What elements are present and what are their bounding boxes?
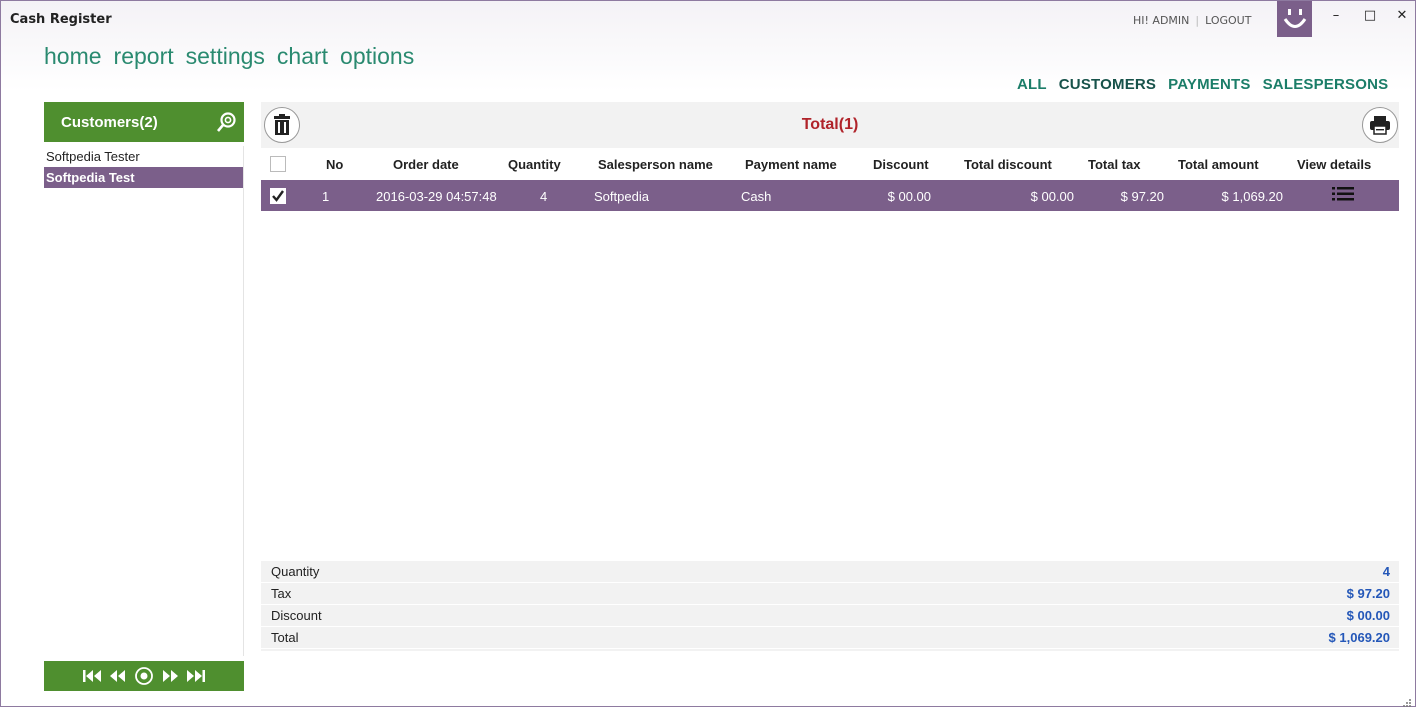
- customer-item[interactable]: Softpedia Tester: [44, 146, 243, 167]
- cell-quantity: 4: [540, 189, 548, 204]
- customer-item-selected[interactable]: Softpedia Test: [44, 167, 243, 188]
- cell-no: 1: [322, 189, 330, 204]
- cell-total-discount: $ 00.00: [1030, 189, 1074, 204]
- nav-chart[interactable]: chart: [277, 43, 328, 70]
- nav-home[interactable]: home: [44, 43, 102, 70]
- cell-order-date: 2016-03-29 04:57:48: [376, 189, 497, 204]
- column-header[interactable]: Total tax: [1088, 157, 1141, 172]
- column-header[interactable]: Payment name: [745, 157, 837, 172]
- grid-header: No Order date Quantity Salesperson name …: [261, 148, 1399, 180]
- next-page-icon[interactable]: [160, 667, 180, 685]
- summary-label: Quantity: [271, 564, 320, 579]
- cell-total-tax: $ 97.20: [1120, 189, 1164, 204]
- filter-payments[interactable]: PAYMENTS: [1168, 76, 1250, 93]
- summary-tax-row: Tax $ 97.20: [261, 583, 1399, 605]
- logout-link[interactable]: LOGOUT: [1205, 14, 1251, 27]
- row-checkbox[interactable]: [270, 188, 286, 204]
- column-header[interactable]: Total discount: [964, 157, 1052, 172]
- customers-header: Customers(2): [44, 102, 244, 142]
- cell-salesperson: Softpedia: [594, 189, 649, 204]
- cell-payment: Cash: [741, 189, 772, 204]
- cell-discount: $ 00.00: [887, 189, 931, 204]
- column-header[interactable]: Discount: [873, 157, 929, 172]
- customers-header-label: Customers(2): [61, 113, 158, 131]
- summary-value: $ 00.00: [1346, 608, 1390, 623]
- app-window: Cash Register HI! ADMIN | LOGOUT – □ ✕ h…: [0, 0, 1416, 707]
- last-page-icon[interactable]: [186, 667, 206, 685]
- grid-toolbar: Total(1): [261, 102, 1399, 148]
- minimize-button[interactable]: –: [1322, 5, 1350, 25]
- column-header[interactable]: Order date: [393, 157, 459, 172]
- search-icon[interactable]: [216, 111, 238, 133]
- summary-discount-row: Discount $ 00.00: [261, 605, 1399, 627]
- table-row[interactable]: 1 2016-03-29 04:57:48 4 Softpedia Cash $…: [261, 180, 1399, 211]
- column-header[interactable]: View details: [1297, 157, 1371, 172]
- summary-value: $ 1,069.20: [1328, 630, 1390, 645]
- close-button[interactable]: ✕: [1388, 5, 1416, 25]
- user-greeting: HI! ADMIN: [1133, 14, 1190, 27]
- nav-settings[interactable]: settings: [186, 43, 265, 70]
- summary-panel: Quantity 4 Tax $ 97.20 Discount $ 00.00 …: [261, 561, 1399, 651]
- filter-customers[interactable]: CUSTOMERS: [1059, 76, 1156, 93]
- customer-list: Softpedia Tester Softpedia Test: [44, 146, 244, 656]
- column-header[interactable]: No: [326, 157, 343, 172]
- filter-nav: ALL CUSTOMERS PAYMENTS SALESPERSONS: [1017, 76, 1388, 93]
- user-area: HI! ADMIN | LOGOUT: [1133, 14, 1251, 27]
- summary-value: $ 97.20: [1346, 586, 1390, 601]
- current-page-icon[interactable]: [134, 667, 154, 685]
- summary-label: Total: [271, 630, 299, 645]
- maximize-button[interactable]: □: [1356, 5, 1384, 25]
- printer-icon[interactable]: [1362, 107, 1398, 143]
- nav-report[interactable]: report: [114, 43, 174, 70]
- nav-options[interactable]: options: [340, 43, 414, 70]
- grid-total-title: Total(1): [801, 116, 859, 133]
- filter-all[interactable]: ALL: [1017, 76, 1047, 93]
- list-icon[interactable]: [1332, 186, 1354, 205]
- summary-quantity-row: Quantity 4: [261, 561, 1399, 583]
- user-separator: |: [1195, 14, 1200, 27]
- select-all-checkbox[interactable]: [270, 156, 286, 172]
- smiley-icon: [1277, 1, 1312, 37]
- column-header[interactable]: Quantity: [508, 157, 561, 172]
- previous-page-icon[interactable]: [108, 667, 128, 685]
- first-page-icon[interactable]: [82, 667, 102, 685]
- main-nav: home report settings chart options: [44, 43, 414, 70]
- column-header[interactable]: Salesperson name: [598, 157, 713, 172]
- window-title: Cash Register: [10, 12, 112, 27]
- column-header[interactable]: Total amount: [1178, 157, 1259, 172]
- filter-salespersons[interactable]: SALESPERSONS: [1263, 76, 1389, 93]
- summary-total-row: Total $ 1,069.20: [261, 627, 1399, 649]
- summary-label: Discount: [271, 608, 322, 623]
- summary-value: 4: [1382, 564, 1390, 579]
- resize-grip-icon[interactable]: [1402, 693, 1412, 707]
- pager: [44, 661, 244, 691]
- cell-total-amount: $ 1,069.20: [1221, 189, 1283, 204]
- summary-label: Tax: [271, 586, 292, 601]
